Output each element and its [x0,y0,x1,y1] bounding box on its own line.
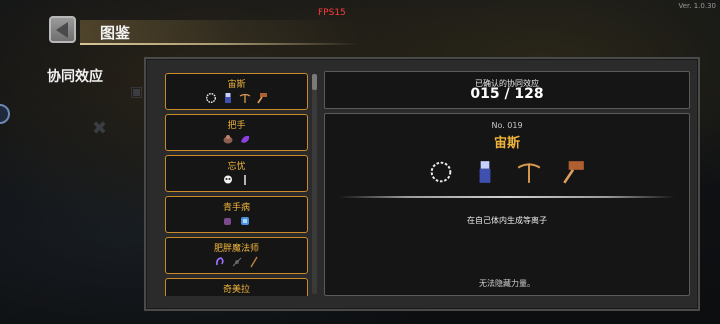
synergy-card-chimera[interactable]: 奇美拉 [165,278,308,296]
purple-orb-icon [215,257,224,266]
skull-icon [224,175,232,184]
back-arrow-icon [55,21,68,38]
detail-divider [339,196,675,198]
synergy-card-name: 宙斯 [227,80,246,90]
synergy-card-zeus[interactable]: 宙斯 [165,73,308,110]
synergy-list[interactable]: 宙斯 把手 忘忧 青手病 肥胖魔法师 奇美拉 [165,72,311,296]
blue-glove-icon [241,217,249,225]
synergy-card-fat-mage[interactable]: 肥胖魔法师 [165,237,308,274]
page-title: 图鉴 [100,24,131,42]
count-value: 015 / 128 [470,86,544,102]
section-title: 协同效应 [47,69,103,85]
background-prop-icon: ▣ [130,84,144,100]
synergy-card-name: 奇美拉 [222,285,250,295]
detail-name: 宙斯 [493,136,520,151]
purple-slug-icon [241,135,250,143]
synergy-card-name: 肥胖魔法师 [213,244,259,254]
wand-icon [232,257,241,267]
fps-counter: FPS15 [318,8,346,18]
synergy-detail-box: No. 019 宙斯 在自己体内生成等离子 无法隐藏力量。 [324,113,690,296]
detail-flavor-text: 无法隐藏力量。 [479,279,535,288]
version-label: Ver. 1.0.30 [678,2,716,10]
synergy-card-blue-hand[interactable]: 青手病 [165,196,308,233]
synergy-card-name: 青手病 [222,203,250,213]
blue-figure-icon [225,93,231,103]
crossbow-icon [239,93,251,103]
synergy-card-name: 把手 [227,121,246,131]
synergy-card-forget[interactable]: 忘忧 [165,155,308,192]
synergy-count-box: 已确认的协同效应 015 / 128 [324,71,690,109]
synergy-card-handle[interactable]: 把手 [165,114,308,151]
purple-hand-icon [224,218,231,225]
crossbow-icon [517,163,541,183]
blue-figure-icon [479,161,491,183]
scroll-thumb[interactable] [312,74,317,90]
ring-icon [205,92,217,104]
detail-number: No. 019 [491,121,523,130]
staff-icon [249,256,258,268]
hammer-icon [257,93,267,104]
shield-icon [223,135,233,144]
detail-icons [325,158,689,186]
back-button[interactable] [49,16,76,43]
synergy-card-name: 忘忧 [227,162,246,172]
hammer-icon [563,161,584,184]
crossed-swords-icon: ✖ [92,118,108,139]
sword-icon [244,175,246,185]
detail-description: 在自己体内生成等离子 [467,216,547,225]
ring-icon [430,161,452,183]
list-scrollbar[interactable] [312,74,317,294]
